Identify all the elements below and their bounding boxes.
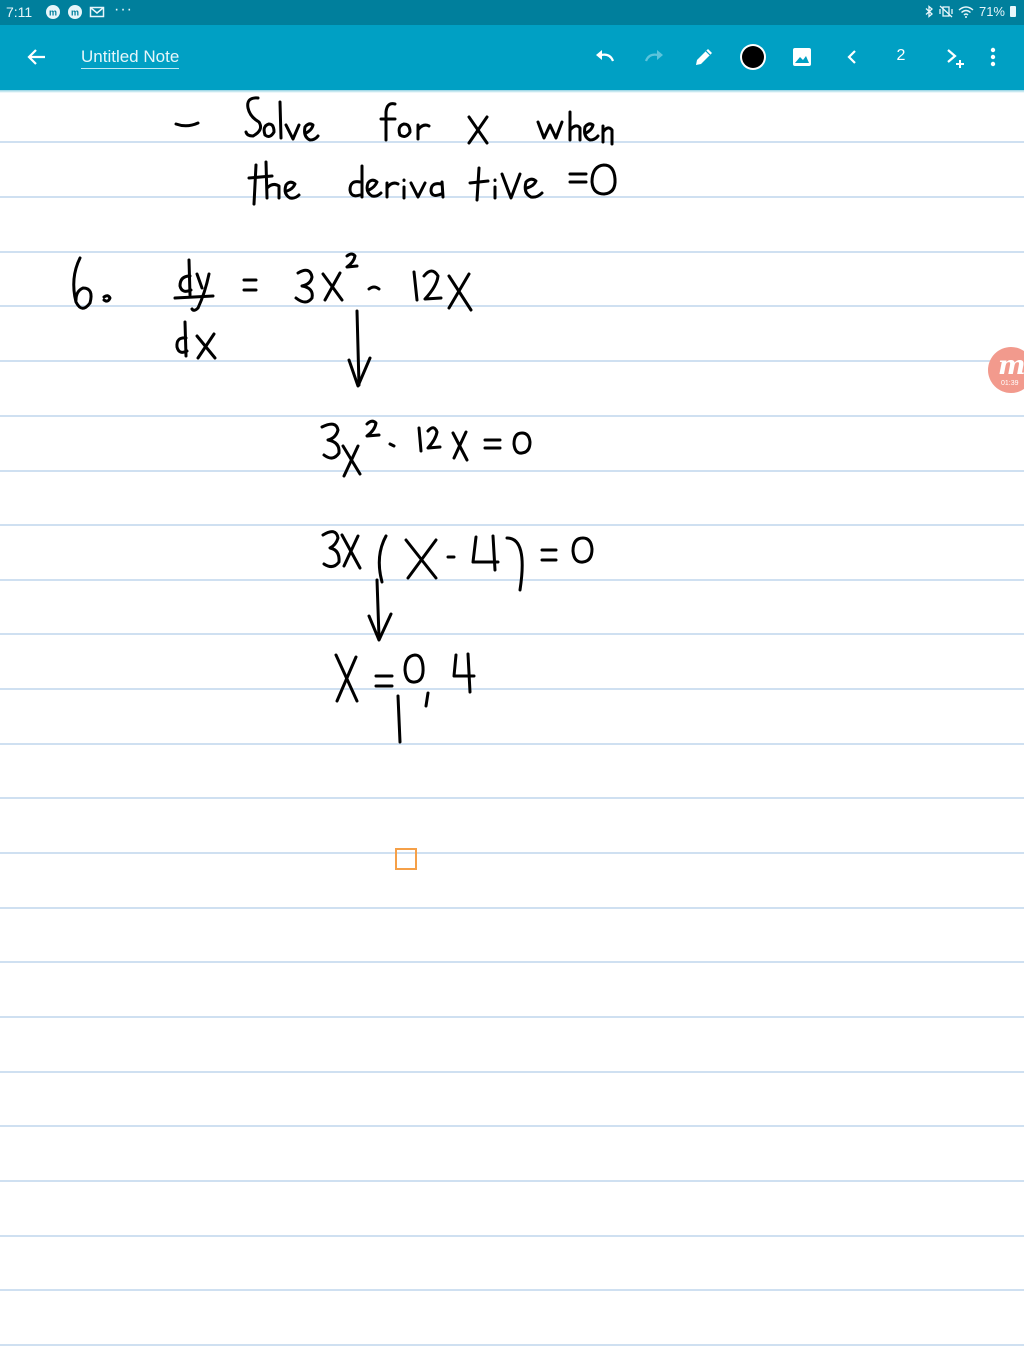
- status-right-cluster: 71%: [924, 4, 1016, 19]
- bluetooth-icon: [925, 5, 933, 18]
- wifi-icon: [958, 6, 974, 18]
- app-bar: Untitled Note 2: [0, 25, 1024, 90]
- battery-percent: 71%: [978, 4, 1005, 19]
- handwritten-line-derivative-equation: [72, 252, 473, 360]
- vibrate-mute-icon: [939, 5, 953, 18]
- pen-tool-button[interactable]: [686, 39, 722, 75]
- previous-page-icon: [847, 50, 856, 64]
- redo-button[interactable]: [636, 39, 672, 75]
- redo-icon: [644, 50, 663, 62]
- svg-text:m: m: [71, 8, 79, 18]
- color-dot-icon: [740, 44, 766, 70]
- insert-image-button[interactable]: [784, 39, 820, 75]
- more-vert-icon: [990, 47, 996, 67]
- handwritten-line-derivative-zero: [247, 160, 617, 206]
- note-title[interactable]: Untitled Note: [81, 47, 180, 69]
- badge-logo: m: [998, 351, 1024, 381]
- page-number: 2: [896, 47, 906, 64]
- handwritten-line-factored: [321, 530, 594, 592]
- pen-color-swatch: [742, 46, 764, 68]
- more-options-button[interactable]: [975, 39, 1011, 75]
- pen-color-button[interactable]: [735, 39, 771, 75]
- image-icon: [793, 48, 811, 66]
- next-page-add-icon: [947, 49, 964, 68]
- status-bar: 7:11 m m ··· 71%: [0, 0, 1024, 25]
- back-arrow-icon: [27, 49, 45, 65]
- badge-timer: 01:39: [1001, 380, 1019, 387]
- status-time: 7:11: [6, 4, 33, 20]
- previous-page-button[interactable]: [834, 39, 870, 75]
- undo-icon: [596, 50, 615, 62]
- handwritten-arrow-down: [347, 309, 372, 388]
- svg-text:m: m: [49, 8, 57, 18]
- next-page-add-button[interactable]: [937, 39, 973, 75]
- handwritten-arrow-down: [367, 578, 393, 642]
- note-canvas[interactable]: [0, 90, 1024, 1366]
- notification-app-icon: m: [68, 5, 82, 19]
- selection-handle[interactable]: [395, 848, 417, 870]
- battery-icon: [1010, 6, 1016, 17]
- back-button[interactable]: [19, 39, 55, 75]
- handwritten-line-solve-for-x: [174, 96, 614, 146]
- notification-app-icon: m: [46, 5, 60, 19]
- pen-icon: [696, 49, 712, 65]
- handwritten-line-solution: [334, 652, 476, 744]
- undo-button[interactable]: [587, 39, 623, 75]
- handwriting-layer: [72, 96, 617, 744]
- gmail-icon: [89, 6, 105, 18]
- handwritten-line-set-equal-zero: [320, 419, 532, 478]
- more-notifications: ···: [114, 1, 133, 18]
